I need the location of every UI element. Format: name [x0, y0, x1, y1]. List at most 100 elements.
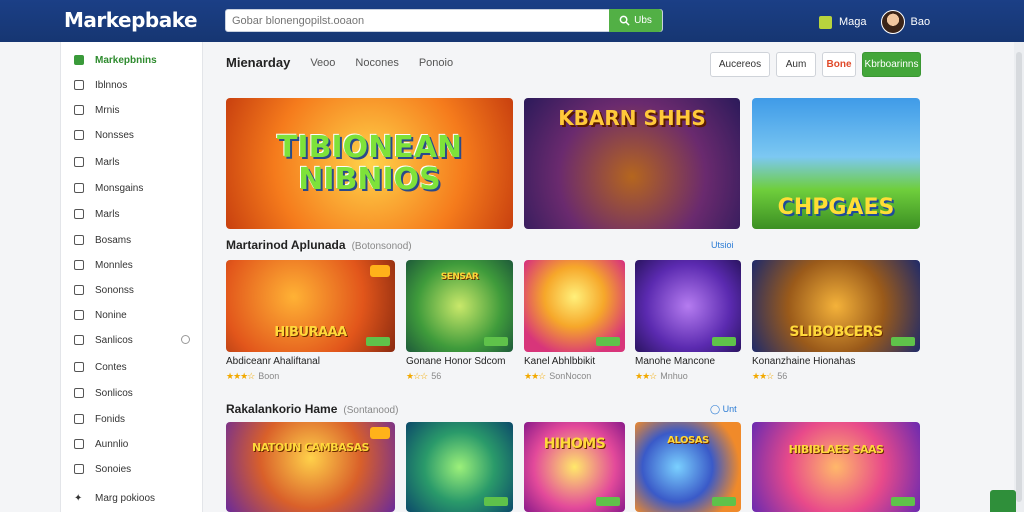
- sidebar-item-label: Nonsses: [95, 129, 134, 141]
- game-card[interactable]: [406, 422, 513, 512]
- game-card[interactable]: [635, 260, 741, 352]
- game-card[interactable]: NATOUN CAMBASAS: [226, 422, 395, 512]
- play-button[interactable]: [891, 337, 915, 346]
- sidebar-item[interactable]: Sonlicos: [74, 386, 133, 400]
- game-title[interactable]: Gonane Honor Sdcom: [406, 356, 506, 367]
- game-rating: ★★☆ SonNocon: [524, 371, 591, 382]
- featured-banner[interactable]: KBARN SHHS: [524, 98, 740, 229]
- avatar[interactable]: [880, 10, 905, 34]
- sidebar-item[interactable]: Mrnis: [74, 103, 119, 117]
- game-art-title: HIBURAAA: [274, 325, 347, 340]
- play-button[interactable]: [484, 497, 508, 506]
- sidebar-item[interactable]: ✦ Marg pokioos: [74, 491, 155, 505]
- rating-text: Boon: [258, 371, 280, 381]
- box-icon: [74, 335, 84, 345]
- tab[interactable]: Nocones: [355, 57, 398, 69]
- chart-icon: [74, 183, 84, 193]
- featured-banner[interactable]: CHPGAES: [752, 98, 920, 229]
- game-title[interactable]: Abdiceanr Ahaliftanal: [226, 356, 320, 367]
- info-icon: [181, 335, 190, 344]
- section-subtitle: (Botonsonod): [351, 241, 412, 252]
- sidebar-item[interactable]: Nonsses: [74, 128, 134, 142]
- see-all-link[interactable]: Utsioi: [711, 240, 734, 250]
- home-icon[interactable]: [990, 490, 1016, 512]
- sidebar-item[interactable]: Iblnnos: [74, 78, 127, 92]
- section-title-text: Rakalankorio Hame: [226, 402, 338, 416]
- sidebar-item-label: Marls: [95, 156, 120, 168]
- app-logo[interactable]: Markepbake: [64, 8, 198, 32]
- sidebar-item[interactable]: Monsgains: [74, 181, 143, 195]
- game-title[interactable]: Kanel Abhlbbikit: [524, 356, 595, 367]
- scrollbar[interactable]: [1014, 42, 1024, 512]
- sidebar-item-label: Sononss: [95, 284, 134, 296]
- sidebar-item[interactable]: Nonine: [74, 308, 127, 322]
- tab-bar: Mienarday Veoo Nocones Ponoio: [226, 55, 473, 70]
- search-bar: Ubs: [225, 9, 663, 32]
- game-card[interactable]: SENSAR: [406, 260, 513, 352]
- rating-text: 56: [777, 371, 788, 381]
- rating-text: Mnhuo: [660, 371, 688, 381]
- sidebar-item-label: Marls: [95, 208, 120, 220]
- primary-button[interactable]: Kbrboarinns: [862, 52, 921, 77]
- play-button[interactable]: [891, 497, 915, 506]
- sidebar-item[interactable]: Aunnlio: [74, 437, 128, 451]
- game-art-title: SENSAR: [440, 272, 479, 282]
- badge: [370, 265, 390, 277]
- play-button[interactable]: [712, 337, 736, 346]
- sidebar-item[interactable]: Markepbnins: [74, 53, 157, 67]
- featured-banner[interactable]: TIBIONEAN NIBNIOS: [226, 98, 513, 229]
- folder-icon: [74, 80, 84, 90]
- user-label[interactable]: Maga: [839, 16, 867, 28]
- user-icon: [74, 260, 84, 270]
- play-button[interactable]: [712, 497, 736, 506]
- notification-icon[interactable]: [819, 15, 832, 29]
- sidebar-item[interactable]: Bosams: [74, 233, 131, 247]
- search-button-label: Ubs: [634, 15, 652, 26]
- sidebar-item[interactable]: Fonids: [74, 412, 125, 426]
- search-button[interactable]: Ubs: [609, 9, 662, 32]
- sidebar-item[interactable]: Marls: [74, 207, 119, 221]
- game-rating: ★☆☆ 56: [406, 371, 441, 382]
- game-art-title: HIHOMS: [543, 436, 606, 452]
- game-art-title: ALOSAS: [667, 435, 709, 446]
- sidebar-item[interactable]: Sanlicos: [74, 333, 133, 347]
- tab[interactable]: Veoo: [310, 57, 335, 69]
- sidebar-item[interactable]: Contes: [74, 360, 127, 374]
- list-icon: [74, 105, 84, 115]
- grid-icon: [74, 130, 84, 140]
- tab[interactable]: Mienarday: [226, 55, 290, 70]
- game-card[interactable]: HIHOMS: [524, 422, 625, 512]
- game-art-title: SLIBOBCERS: [789, 324, 883, 340]
- play-button[interactable]: [484, 337, 508, 346]
- game-card[interactable]: HIBURAAA: [226, 260, 395, 352]
- scrollbar-thumb[interactable]: [1016, 52, 1022, 502]
- game-card[interactable]: ALOSAS: [635, 422, 741, 512]
- game-card[interactable]: SLIBOBCERS: [752, 260, 920, 352]
- account-label[interactable]: Bao: [911, 16, 931, 28]
- header-button[interactable]: Aum: [776, 52, 816, 77]
- sidebar-item[interactable]: Marls: [74, 155, 119, 169]
- sidebar-item[interactable]: Monnles: [74, 258, 133, 272]
- game-card[interactable]: [524, 260, 625, 352]
- game-rating: ★★☆ Mnhuo: [635, 371, 688, 382]
- sidebar-item[interactable]: Sononss: [74, 283, 134, 297]
- header-button[interactable]: Bone: [822, 52, 856, 77]
- game-card[interactable]: HIBIBLAES SAAS: [752, 422, 920, 512]
- game-title[interactable]: Manohe Mancone: [635, 356, 715, 367]
- rating-text: 56: [431, 371, 442, 381]
- clock-icon: [74, 414, 84, 424]
- header-button[interactable]: Aucereos: [710, 52, 770, 77]
- see-all-link[interactable]: ◯ Unt: [710, 404, 737, 415]
- tab[interactable]: Ponoio: [419, 57, 453, 69]
- play-button[interactable]: [596, 497, 620, 506]
- section-title-text: Martarinod Aplunada: [226, 238, 346, 252]
- sidebar-item-label: Markepbnins: [95, 54, 157, 66]
- banner-title: TIBIONEAN NIBNIOS: [276, 130, 463, 197]
- play-button[interactable]: [366, 337, 390, 346]
- game-title[interactable]: Konanzhaine Hionahas: [752, 356, 855, 367]
- play-button[interactable]: [596, 337, 620, 346]
- sidebar-item[interactable]: Sonoies: [74, 462, 131, 476]
- main-content: Mienarday Veoo Nocones Ponoio Aucereos A…: [204, 42, 1014, 512]
- search-input[interactable]: [232, 12, 602, 29]
- user-area: Maga Bao: [819, 10, 930, 34]
